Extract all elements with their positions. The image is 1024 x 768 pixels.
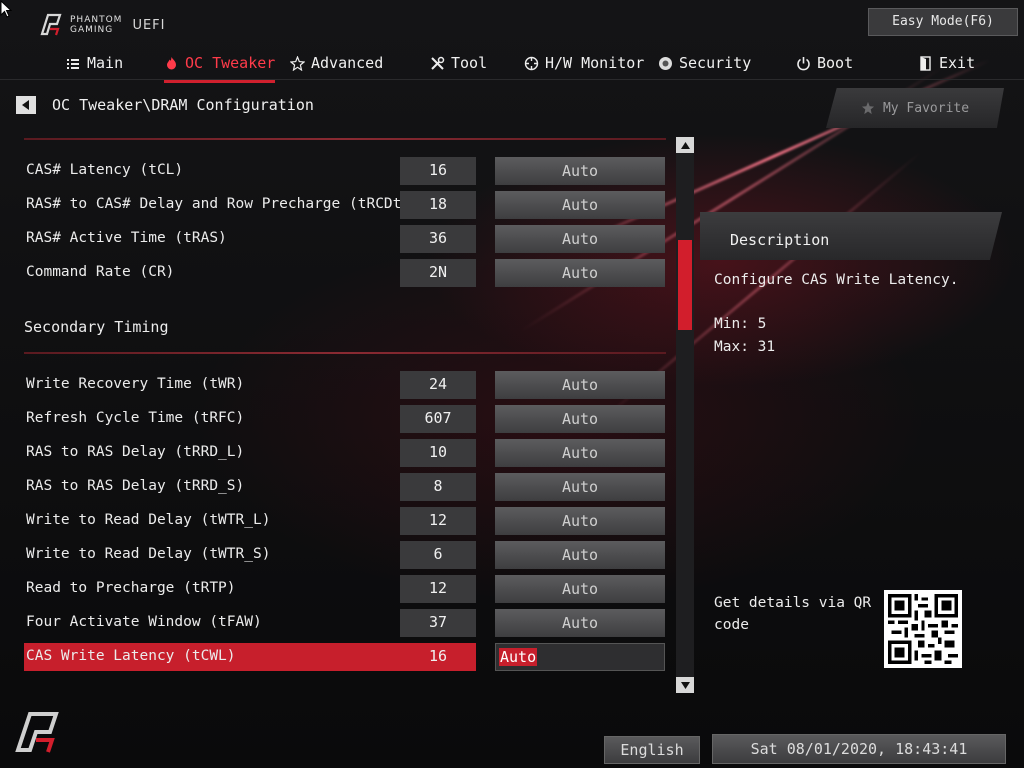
section-divider bbox=[24, 352, 666, 354]
setting-row[interactable]: Write Recovery Time (tWR) 24 Auto bbox=[24, 371, 666, 399]
qr-label: Get details via QR code bbox=[714, 595, 872, 633]
phantom-gaming-logo-icon bbox=[40, 13, 62, 36]
setting-row[interactable]: Command Rate (CR) 2N Auto bbox=[24, 259, 666, 287]
setting-option-select[interactable]: Auto bbox=[495, 225, 665, 253]
tab-tool[interactable]: Tool bbox=[430, 52, 487, 74]
my-favorite-button[interactable]: My Favorite bbox=[826, 88, 1004, 128]
uefi-label: UEFI bbox=[132, 17, 166, 33]
setting-value: 2N bbox=[400, 259, 476, 287]
back-arrow-icon bbox=[22, 100, 29, 110]
setting-row-selected[interactable]: CAS Write Latency (tCWL) 16 Auto bbox=[24, 643, 666, 671]
setting-value: 16 bbox=[400, 157, 476, 185]
setting-option-select[interactable]: Auto bbox=[495, 575, 665, 603]
language-button[interactable]: English bbox=[604, 736, 700, 764]
setting-row[interactable]: Write to Read Delay (tWTR_S) 6 Auto bbox=[24, 541, 666, 569]
tab-hw-monitor[interactable]: H/W Monitor bbox=[524, 52, 644, 74]
setting-value: 16 bbox=[400, 643, 476, 671]
favorite-label: My Favorite bbox=[882, 100, 970, 116]
brand-logo: PHANTOM GAMING UEFI bbox=[38, 12, 165, 38]
qr-code-icon bbox=[888, 594, 958, 664]
tab-label: OC Tweaker bbox=[185, 54, 276, 72]
phantom-gaming-logo-icon bbox=[15, 712, 59, 753]
star-icon bbox=[290, 55, 305, 71]
setting-row[interactable]: RAS# to CAS# Delay and Row Precharge (tR… bbox=[24, 191, 666, 219]
tab-label: Exit bbox=[939, 54, 976, 72]
setting-value: 8 bbox=[400, 473, 476, 501]
setting-row[interactable]: RAS# Active Time (tRAS) 36 Auto bbox=[24, 225, 666, 253]
shield-icon bbox=[659, 56, 672, 70]
setting-value: 607 bbox=[400, 405, 476, 433]
tab-exit[interactable]: Exit bbox=[918, 52, 975, 74]
tab-label: H/W Monitor bbox=[545, 54, 645, 72]
setting-option-select[interactable]: Auto bbox=[495, 259, 665, 287]
tab-label: Boot bbox=[817, 54, 854, 72]
scrollbar-track[interactable] bbox=[676, 153, 694, 677]
breadcrumb: OC Tweaker\DRAM Configuration bbox=[52, 96, 314, 114]
qr-code bbox=[884, 590, 962, 668]
tab-security[interactable]: Security bbox=[658, 52, 751, 74]
setting-option-select[interactable]: Auto bbox=[495, 405, 665, 433]
tab-advanced[interactable]: Advanced bbox=[290, 52, 383, 74]
list-icon bbox=[67, 58, 79, 69]
section-divider bbox=[24, 138, 666, 140]
tab-label: Main bbox=[87, 54, 124, 72]
scrollbar-thumb[interactable] bbox=[678, 240, 692, 330]
chevron-down-icon bbox=[680, 681, 690, 689]
power-icon bbox=[797, 56, 810, 70]
setting-value: 24 bbox=[400, 371, 476, 399]
tools-icon bbox=[431, 56, 445, 70]
scroll-down-button[interactable] bbox=[676, 677, 694, 693]
setting-option-text: Auto bbox=[499, 648, 538, 666]
tab-label: Tool bbox=[451, 54, 488, 72]
brand-line-1: PHANTOM bbox=[70, 15, 123, 25]
main-nav: Main OC Tweaker Advanced Tool H/W Monito… bbox=[0, 44, 1024, 83]
brand-line-2: GAMING bbox=[70, 25, 114, 35]
scroll-up-button[interactable] bbox=[676, 137, 694, 153]
setting-value: 36 bbox=[400, 225, 476, 253]
tab-label: Advanced bbox=[311, 54, 384, 72]
easy-mode-button[interactable]: Easy Mode(F6) bbox=[868, 8, 1018, 36]
section-title: Secondary Timing bbox=[24, 318, 169, 336]
mouse-cursor-icon bbox=[0, 0, 12, 18]
setting-option-select[interactable]: Auto bbox=[495, 609, 665, 637]
exit-door-icon bbox=[920, 55, 931, 71]
setting-option-select[interactable]: Auto bbox=[495, 507, 665, 535]
setting-value: 12 bbox=[400, 575, 476, 603]
setting-value: 37 bbox=[400, 609, 476, 637]
setting-value: 18 bbox=[400, 191, 476, 219]
setting-row[interactable]: RAS to RAS Delay (tRRD_L) 10 Auto bbox=[24, 439, 666, 467]
brand-name: PHANTOM GAMING bbox=[70, 15, 122, 35]
description-max: Max: 31 bbox=[714, 339, 776, 355]
chevron-up-icon bbox=[680, 141, 690, 149]
tab-label: Security bbox=[679, 54, 752, 72]
setting-row[interactable]: CAS# Latency (tCL) 16 Auto bbox=[24, 157, 666, 185]
back-button[interactable] bbox=[16, 96, 36, 114]
setting-value: 6 bbox=[400, 541, 476, 569]
description-title: Description bbox=[730, 231, 830, 249]
nav-divider bbox=[0, 79, 1024, 80]
setting-row[interactable]: Four Activate Window (tFAW) 37 Auto bbox=[24, 609, 666, 637]
tab-boot[interactable]: Boot bbox=[796, 52, 853, 74]
setting-row[interactable]: Read to Precharge (tRTP) 12 Auto bbox=[24, 575, 666, 603]
setting-option-select[interactable]: Auto bbox=[495, 371, 665, 399]
setting-option-select[interactable]: Auto bbox=[495, 541, 665, 569]
flame-icon bbox=[167, 56, 176, 69]
setting-value: 12 bbox=[400, 507, 476, 535]
datetime-display: Sat 08/01/2020, 18:43:41 bbox=[712, 734, 1006, 764]
description-min: Min: 5 bbox=[714, 316, 767, 332]
setting-option-select[interactable]: Auto bbox=[495, 439, 665, 467]
star-icon bbox=[861, 101, 875, 115]
description-text: Configure CAS Write Latency. bbox=[714, 272, 959, 288]
setting-option-select[interactable]: Auto bbox=[495, 157, 665, 185]
setting-option-select[interactable]: Auto bbox=[495, 473, 665, 501]
setting-option-select[interactable]: Auto bbox=[495, 191, 665, 219]
setting-option-input[interactable]: Auto bbox=[495, 643, 665, 671]
setting-value: 10 bbox=[400, 439, 476, 467]
tab-main[interactable]: Main bbox=[66, 52, 123, 74]
setting-row[interactable]: Refresh Cycle Time (tRFC) 607 Auto bbox=[24, 405, 666, 433]
setting-row[interactable]: Write to Read Delay (tWTR_L) 12 Auto bbox=[24, 507, 666, 535]
crosshair-icon bbox=[524, 56, 539, 70]
setting-row[interactable]: RAS to RAS Delay (tRRD_S) 8 Auto bbox=[24, 473, 666, 501]
tab-oc-tweaker[interactable]: OC Tweaker bbox=[164, 52, 276, 83]
